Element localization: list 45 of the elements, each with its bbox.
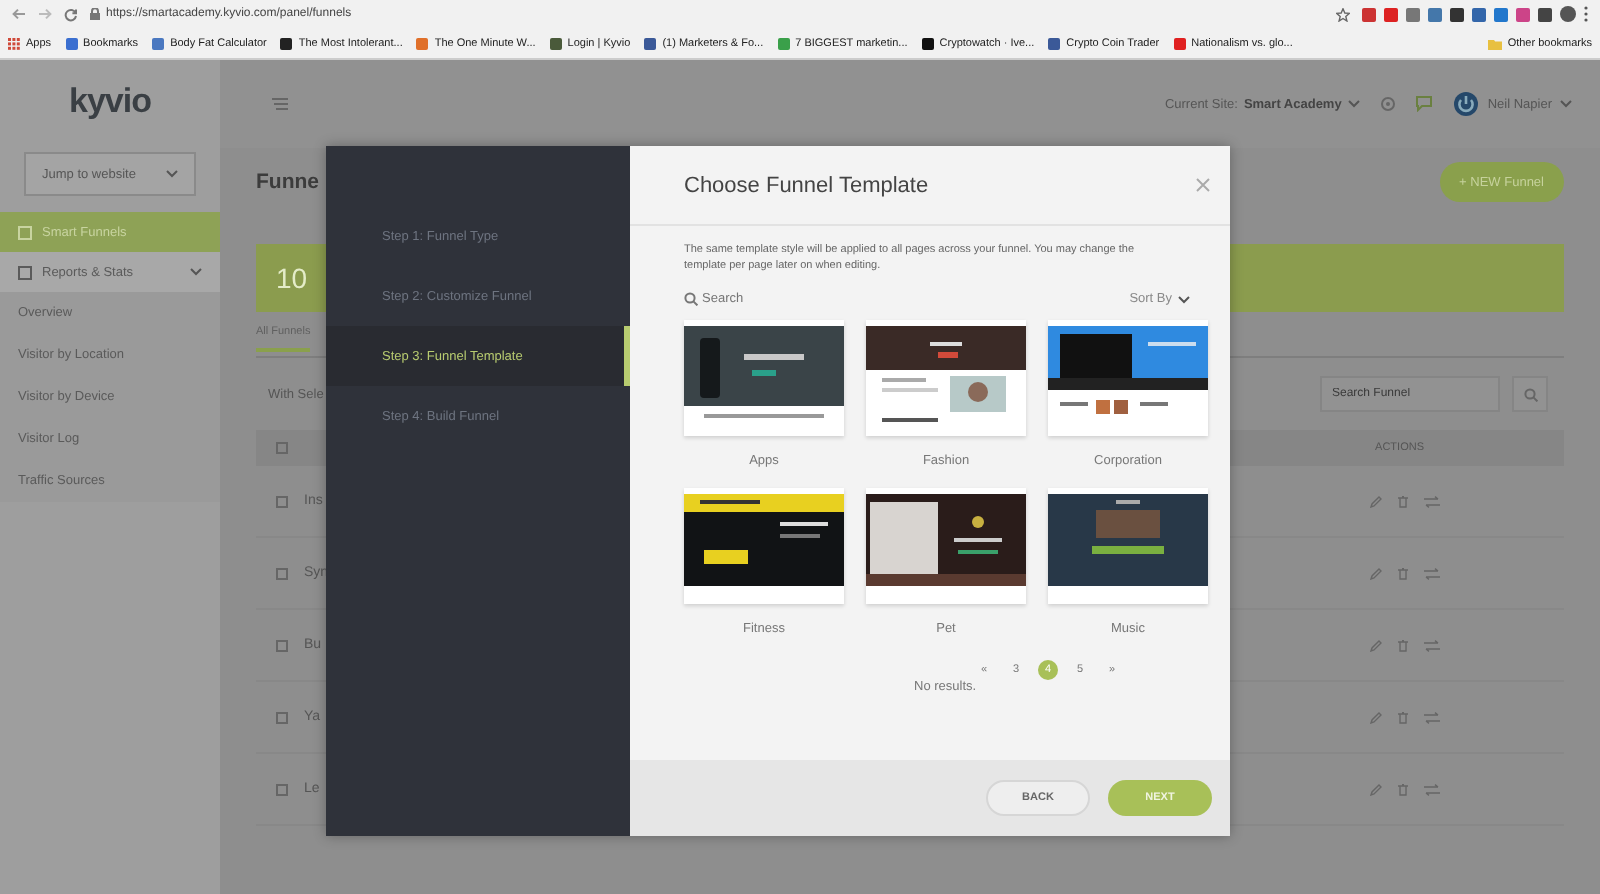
avatar-icon[interactable] bbox=[1451, 90, 1480, 118]
pencil-icon[interactable] bbox=[1370, 711, 1382, 723]
trash-icon[interactable] bbox=[1398, 495, 1408, 507]
pencil-icon[interactable] bbox=[1370, 567, 1382, 579]
trash-icon[interactable] bbox=[1398, 711, 1408, 723]
trash-icon[interactable] bbox=[1398, 783, 1408, 795]
settings-icon[interactable] bbox=[1379, 96, 1396, 112]
kyvio-logo: kyvio bbox=[67, 80, 153, 124]
checkbox[interactable] bbox=[276, 442, 288, 454]
search-icon bbox=[1523, 387, 1537, 401]
close-button[interactable] bbox=[1196, 178, 1210, 192]
forward-arrow-icon[interactable] bbox=[38, 8, 52, 20]
swap-arrows-icon[interactable] bbox=[1424, 567, 1440, 579]
swap-arrows-icon[interactable] bbox=[1424, 783, 1440, 795]
swap-arrows-icon[interactable] bbox=[1424, 639, 1440, 651]
close-icon bbox=[1196, 178, 1210, 192]
trash-icon[interactable] bbox=[1398, 639, 1408, 651]
chevron-down-icon bbox=[1178, 295, 1190, 303]
swap-arrows-icon[interactable] bbox=[1424, 711, 1440, 723]
search-icon bbox=[684, 292, 698, 306]
swap-arrows-icon[interactable] bbox=[1424, 495, 1440, 507]
chevron-down-icon bbox=[1347, 100, 1360, 108]
pencil-icon[interactable] bbox=[1370, 639, 1382, 651]
checkbox[interactable] bbox=[276, 711, 288, 723]
pencil-icon[interactable] bbox=[1370, 783, 1382, 795]
chevron-down-icon bbox=[166, 170, 178, 178]
chevron-down-icon bbox=[1560, 100, 1572, 108]
checkbox[interactable] bbox=[276, 567, 288, 579]
modal-title: Choose Funnel Template bbox=[684, 173, 929, 197]
search-button[interactable] bbox=[1512, 376, 1548, 412]
star-icon[interactable] bbox=[1336, 7, 1350, 21]
chevron-down-icon bbox=[190, 268, 202, 276]
checkbox[interactable] bbox=[276, 495, 288, 507]
checkbox[interactable] bbox=[276, 639, 288, 651]
checkbox[interactable] bbox=[276, 783, 288, 795]
chat-icon[interactable] bbox=[1415, 96, 1432, 112]
report-icon bbox=[18, 265, 32, 279]
page-title: Funne bbox=[256, 170, 319, 194]
reload-icon[interactable] bbox=[64, 7, 78, 21]
pencil-icon[interactable] bbox=[1370, 495, 1382, 507]
funnel-icon bbox=[18, 225, 32, 239]
trash-icon[interactable] bbox=[1398, 567, 1408, 579]
lock-icon bbox=[90, 8, 100, 20]
profile-avatar-icon[interactable] bbox=[1560, 6, 1576, 22]
back-arrow-icon[interactable] bbox=[12, 8, 26, 20]
